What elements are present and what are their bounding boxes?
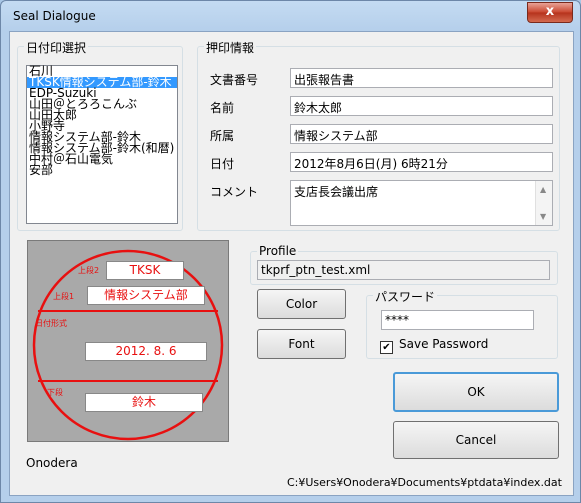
scroll-down-icon[interactable]: ▼ xyxy=(540,212,546,221)
seal-date-field[interactable]: 2012. 8. 6 xyxy=(85,342,207,361)
color-button[interactable]: Color xyxy=(257,289,346,319)
seal-upper1-field[interactable]: 情報システム部 xyxy=(87,286,205,305)
seal-select-label: 日付印選択 xyxy=(24,39,89,56)
comment-text: 支店長会議出席 xyxy=(294,185,379,199)
current-user: Onodera xyxy=(26,456,78,470)
password-field[interactable]: **** xyxy=(381,310,534,330)
dept-label: 所属 xyxy=(210,129,235,143)
seal-upper2-field[interactable]: TKSK xyxy=(106,261,184,280)
save-password-label: Save Password xyxy=(399,337,489,351)
comment-label: コメント xyxy=(210,185,259,199)
dialog-client-area: 日付印選択 石川 TKSK情報システム部-鈴木 EDP-Suzuki 山田＠とろ… xyxy=(9,31,574,496)
dialog-window: Seal Dialogue x 日付印選択 石川 TKSK情報システム部-鈴木 … xyxy=(0,0,581,503)
data-file-path: C:¥Users¥Onodera¥Documents¥ptdata¥index.… xyxy=(287,476,562,489)
seal-date-tag: 日付形式 xyxy=(35,319,67,328)
window-title: Seal Dialogue xyxy=(13,9,96,23)
name-field[interactable]: 鈴木太郎 xyxy=(290,96,553,116)
profile-field: tkprf_ptn_test.xml xyxy=(257,260,550,280)
seal-listbox[interactable]: 石川 TKSK情報システム部-鈴木 EDP-Suzuki 山田＠とろろこんぶ 山… xyxy=(26,65,178,224)
font-button[interactable]: Font xyxy=(257,329,346,359)
seal-upper2-tag: 上段2 xyxy=(78,266,100,275)
comment-scrollbar[interactable]: ▲ ▼ xyxy=(535,181,552,225)
date-field[interactable]: 2012年8月6日(月) 6時21分 xyxy=(290,152,553,172)
seal-upper1-tag: 上段1 xyxy=(53,292,75,301)
profile-label: Profile xyxy=(257,244,299,258)
title-bar[interactable]: Seal Dialogue x xyxy=(1,1,580,31)
scroll-up-icon[interactable]: ▲ xyxy=(540,185,546,194)
checkbox-check-icon[interactable]: ✔ xyxy=(380,341,393,354)
doc-number-field[interactable]: 出張報告書 xyxy=(290,68,553,88)
close-icon: x xyxy=(545,4,555,19)
cancel-button[interactable]: Cancel xyxy=(393,421,559,459)
stamp-info-label: 押印情報 xyxy=(204,39,257,56)
name-label: 名前 xyxy=(210,101,235,115)
password-label: パスワード xyxy=(373,288,438,305)
seal-lower-tag: 下段 xyxy=(47,388,63,397)
seal-preview-panel: 上段2 TKSK 上段1 情報システム部 日付形式 2012. 8. 6 下段 … xyxy=(27,240,229,442)
date-label: 日付 xyxy=(210,157,235,171)
ok-button[interactable]: OK xyxy=(393,372,559,412)
comment-field[interactable]: 支店長会議出席 ▲ ▼ xyxy=(290,180,553,226)
save-password-checkbox[interactable]: ✔ Save Password xyxy=(380,337,488,354)
dept-field[interactable]: 情報システム部 xyxy=(290,124,553,144)
close-button[interactable]: x xyxy=(527,2,573,23)
seal-lower-field[interactable]: 鈴木 xyxy=(85,393,203,412)
list-item[interactable]: 安部 xyxy=(27,164,177,176)
doc-number-label: 文書番号 xyxy=(210,73,259,87)
